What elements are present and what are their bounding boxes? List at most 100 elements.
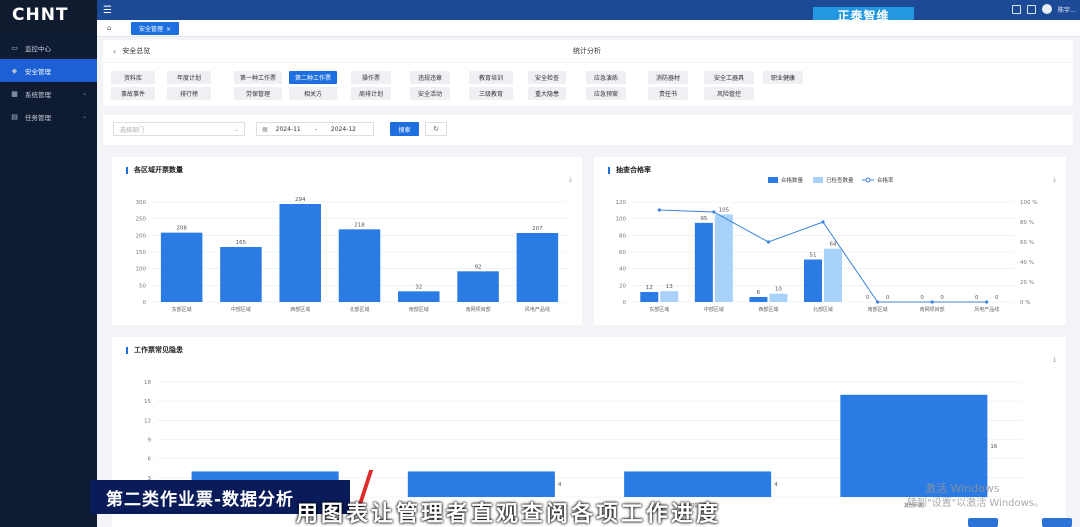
bar-qualified [694,222,713,302]
category-chip[interactable]: 安全工器具 [704,71,754,84]
data-label: 10 [775,287,782,293]
breadcrumb[interactable]: 安全总览 [122,46,150,56]
bar [279,204,321,302]
category-chip[interactable]: 职业健康 [763,71,803,84]
category-chip[interactable]: 事故事件 [111,87,155,100]
bottom-chip [1042,518,1072,527]
avatar[interactable] [1041,4,1052,14]
category-chip[interactable]: 安全活动 [410,87,450,100]
search-button[interactable]: 搜索 [390,122,419,136]
sidebar-item-task[interactable]: ▤ 任务管理 ⌄ [0,105,97,128]
y-tick-label: 40 [619,267,626,273]
sidebar-item-label: 系统管理 [25,90,51,99]
y-tick-label: 100 [616,217,627,223]
bar [516,233,559,302]
back-icon[interactable]: ‹ [113,47,116,56]
category-chip[interactable]: 年度计划 [167,71,211,84]
data-label: 0 [995,295,999,301]
pass-rate-point [712,210,716,214]
bar [398,291,440,302]
category-chip[interactable]: 责任书 [648,87,688,100]
bar-checked [660,291,679,302]
y-tick-label: 6 [148,457,152,463]
category-chip[interactable]: 安全检查 [528,71,566,84]
bottom-chip [968,518,998,527]
calendar-icon: ▦ [262,125,268,133]
x-tick-label: 北部区域 [813,306,833,313]
data-label: 4 [774,482,778,488]
bar-qualified [640,292,659,302]
bar-qualified [749,297,768,302]
data-label: 218 [354,222,365,228]
menu-toggle-icon[interactable]: ☰ [103,5,112,16]
sidebar-item-monitor[interactable]: ▭ 监控中心 [0,36,97,59]
data-label: 207 [532,226,543,232]
y-tick-label: 18 [144,380,151,386]
data-label: 0 [920,295,924,301]
category-chip[interactable]: 应急预案 [586,87,626,100]
category-chip[interactable]: 第一种工作票 [234,71,282,84]
category-chip[interactable]: 资料库 [111,71,155,84]
legend-marker [865,177,871,183]
sidebar-item-system[interactable]: ▦ 系统管理 ⌄ [0,82,97,105]
filter-bar: 选择部门 ⌄ ▦ 2024-11 - 2024-12 搜索 ↻ [103,115,1073,145]
grid-icon: ▦ [11,89,18,98]
category-panel: 资料库 年度计划 第一种工作票 第二种工作票 操作票 违规违章 教育培训 安全检查 应急演练 消防… [103,63,1073,106]
data-label: 0 [886,295,890,301]
x-tick-label: 西部区域 [290,306,310,313]
x-tick-label: 中部区域 [231,306,251,313]
legend-label: 合格数量 [781,176,804,184]
category-chip[interactable]: 应急演练 [586,71,626,84]
category-chip[interactable]: 消防器材 [648,71,688,84]
y-tick-label: 0 [623,300,627,306]
x-tick-label: 东部区域 [172,306,192,313]
category-chip[interactable]: 违规违章 [410,71,450,84]
department-select[interactable]: 选择部门 ⌄ [113,122,245,136]
logo: CHNT [0,0,97,30]
caption-subtitle: 用图表让管理者直观查阅各项工作进度 [296,502,722,527]
fullscreen-icon[interactable] [1026,4,1036,14]
category-chip[interactable]: 风险管控 [704,87,754,100]
data-label: 0 [975,295,979,301]
home-icon[interactable]: ⌂ [107,24,129,32]
x-tick-label: 中部区域 [704,306,724,313]
data-label: 4 [558,482,562,488]
x-tick-label: 南网项目部 [466,306,491,313]
reset-icon[interactable]: ↻ [425,122,447,136]
region-tickets-chart: 0 50 100 150 200 250 300 208 东部区域 165 中部区域 294 西部区域 2… [136,197,567,313]
y2-tick-label: 40 % [1020,260,1034,266]
data-label: 13 [666,284,673,290]
y-tick-label: 120 [616,200,627,206]
sidebar-item-label: 安全管理 [25,67,51,76]
inspection-pass-rate-panel: 抽查合格率 ⤓ 0 20 40 60 80 100 120 0 % 20 % 40 % 60 % 80… [594,157,1066,325]
category-chip[interactable]: 三级教育 [469,87,513,100]
page-title: 统计分析 [573,47,601,55]
sidebar-item-safety[interactable]: ◆ 安全管理 [0,59,97,82]
pass-rate-point [875,300,880,304]
x-tick-label: 西部区域 [758,306,778,313]
task-icon: ▤ [11,112,18,121]
legend-label: 已检查数量 [826,176,854,184]
category-chip[interactable]: 重大隐患 [528,87,566,100]
category-chip[interactable]: 劳保管理 [234,87,282,100]
user-name[interactable]: 陈宇… [1058,5,1076,14]
category-chip[interactable]: 排行榜 [167,87,211,100]
data-label: 92 [475,264,482,270]
bar [407,471,555,497]
month-range-picker[interactable]: ▦ 2024-11 - 2024-12 [256,122,374,136]
sidebar-item-label: 监控中心 [25,44,51,53]
y-tick-label: 60 [619,250,626,256]
bar-qualified [803,259,822,302]
category-chip[interactable]: 操作票 [351,71,391,84]
tab-safety-management[interactable]: 安全管理 × [131,21,180,35]
category-chip[interactable]: 相关方 [289,87,337,100]
close-icon[interactable]: × [166,26,171,33]
bar-checked [824,248,843,302]
bar-checked [714,214,733,302]
category-chip[interactable]: 周排计划 [351,87,391,100]
category-chip[interactable]: 教育培训 [469,71,513,84]
category-chip[interactable]: 第二种工作票 [289,71,337,84]
y-tick-label: 80 [619,233,626,239]
message-icon[interactable] [1011,4,1021,14]
bar [160,232,203,302]
